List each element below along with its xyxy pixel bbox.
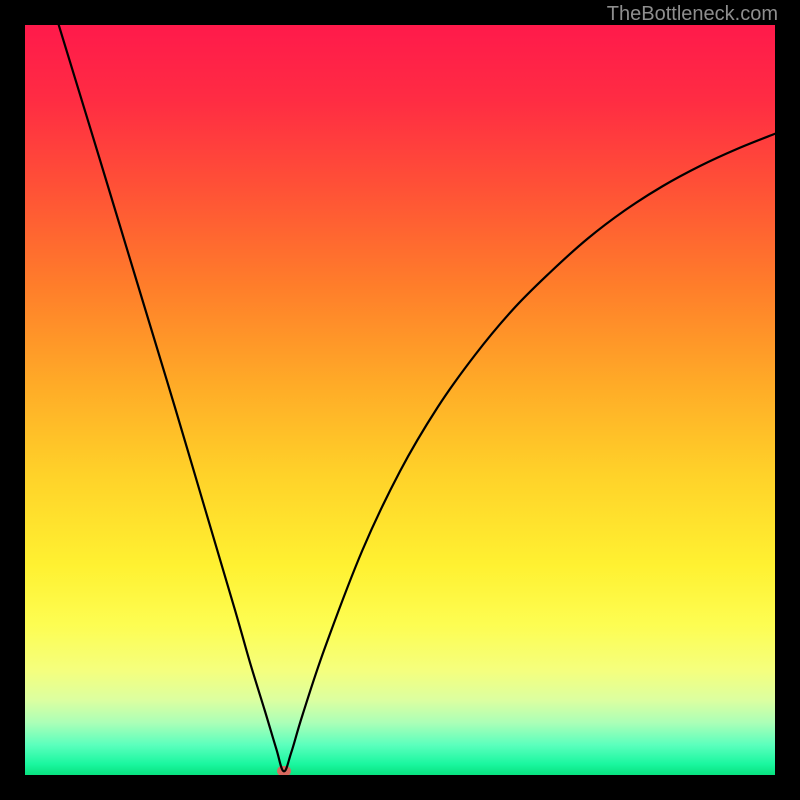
bottleneck-curve [25, 25, 775, 775]
chart-frame: TheBottleneck.com [0, 0, 800, 800]
plot-area [25, 25, 775, 775]
watermark-text: TheBottleneck.com [607, 3, 778, 26]
